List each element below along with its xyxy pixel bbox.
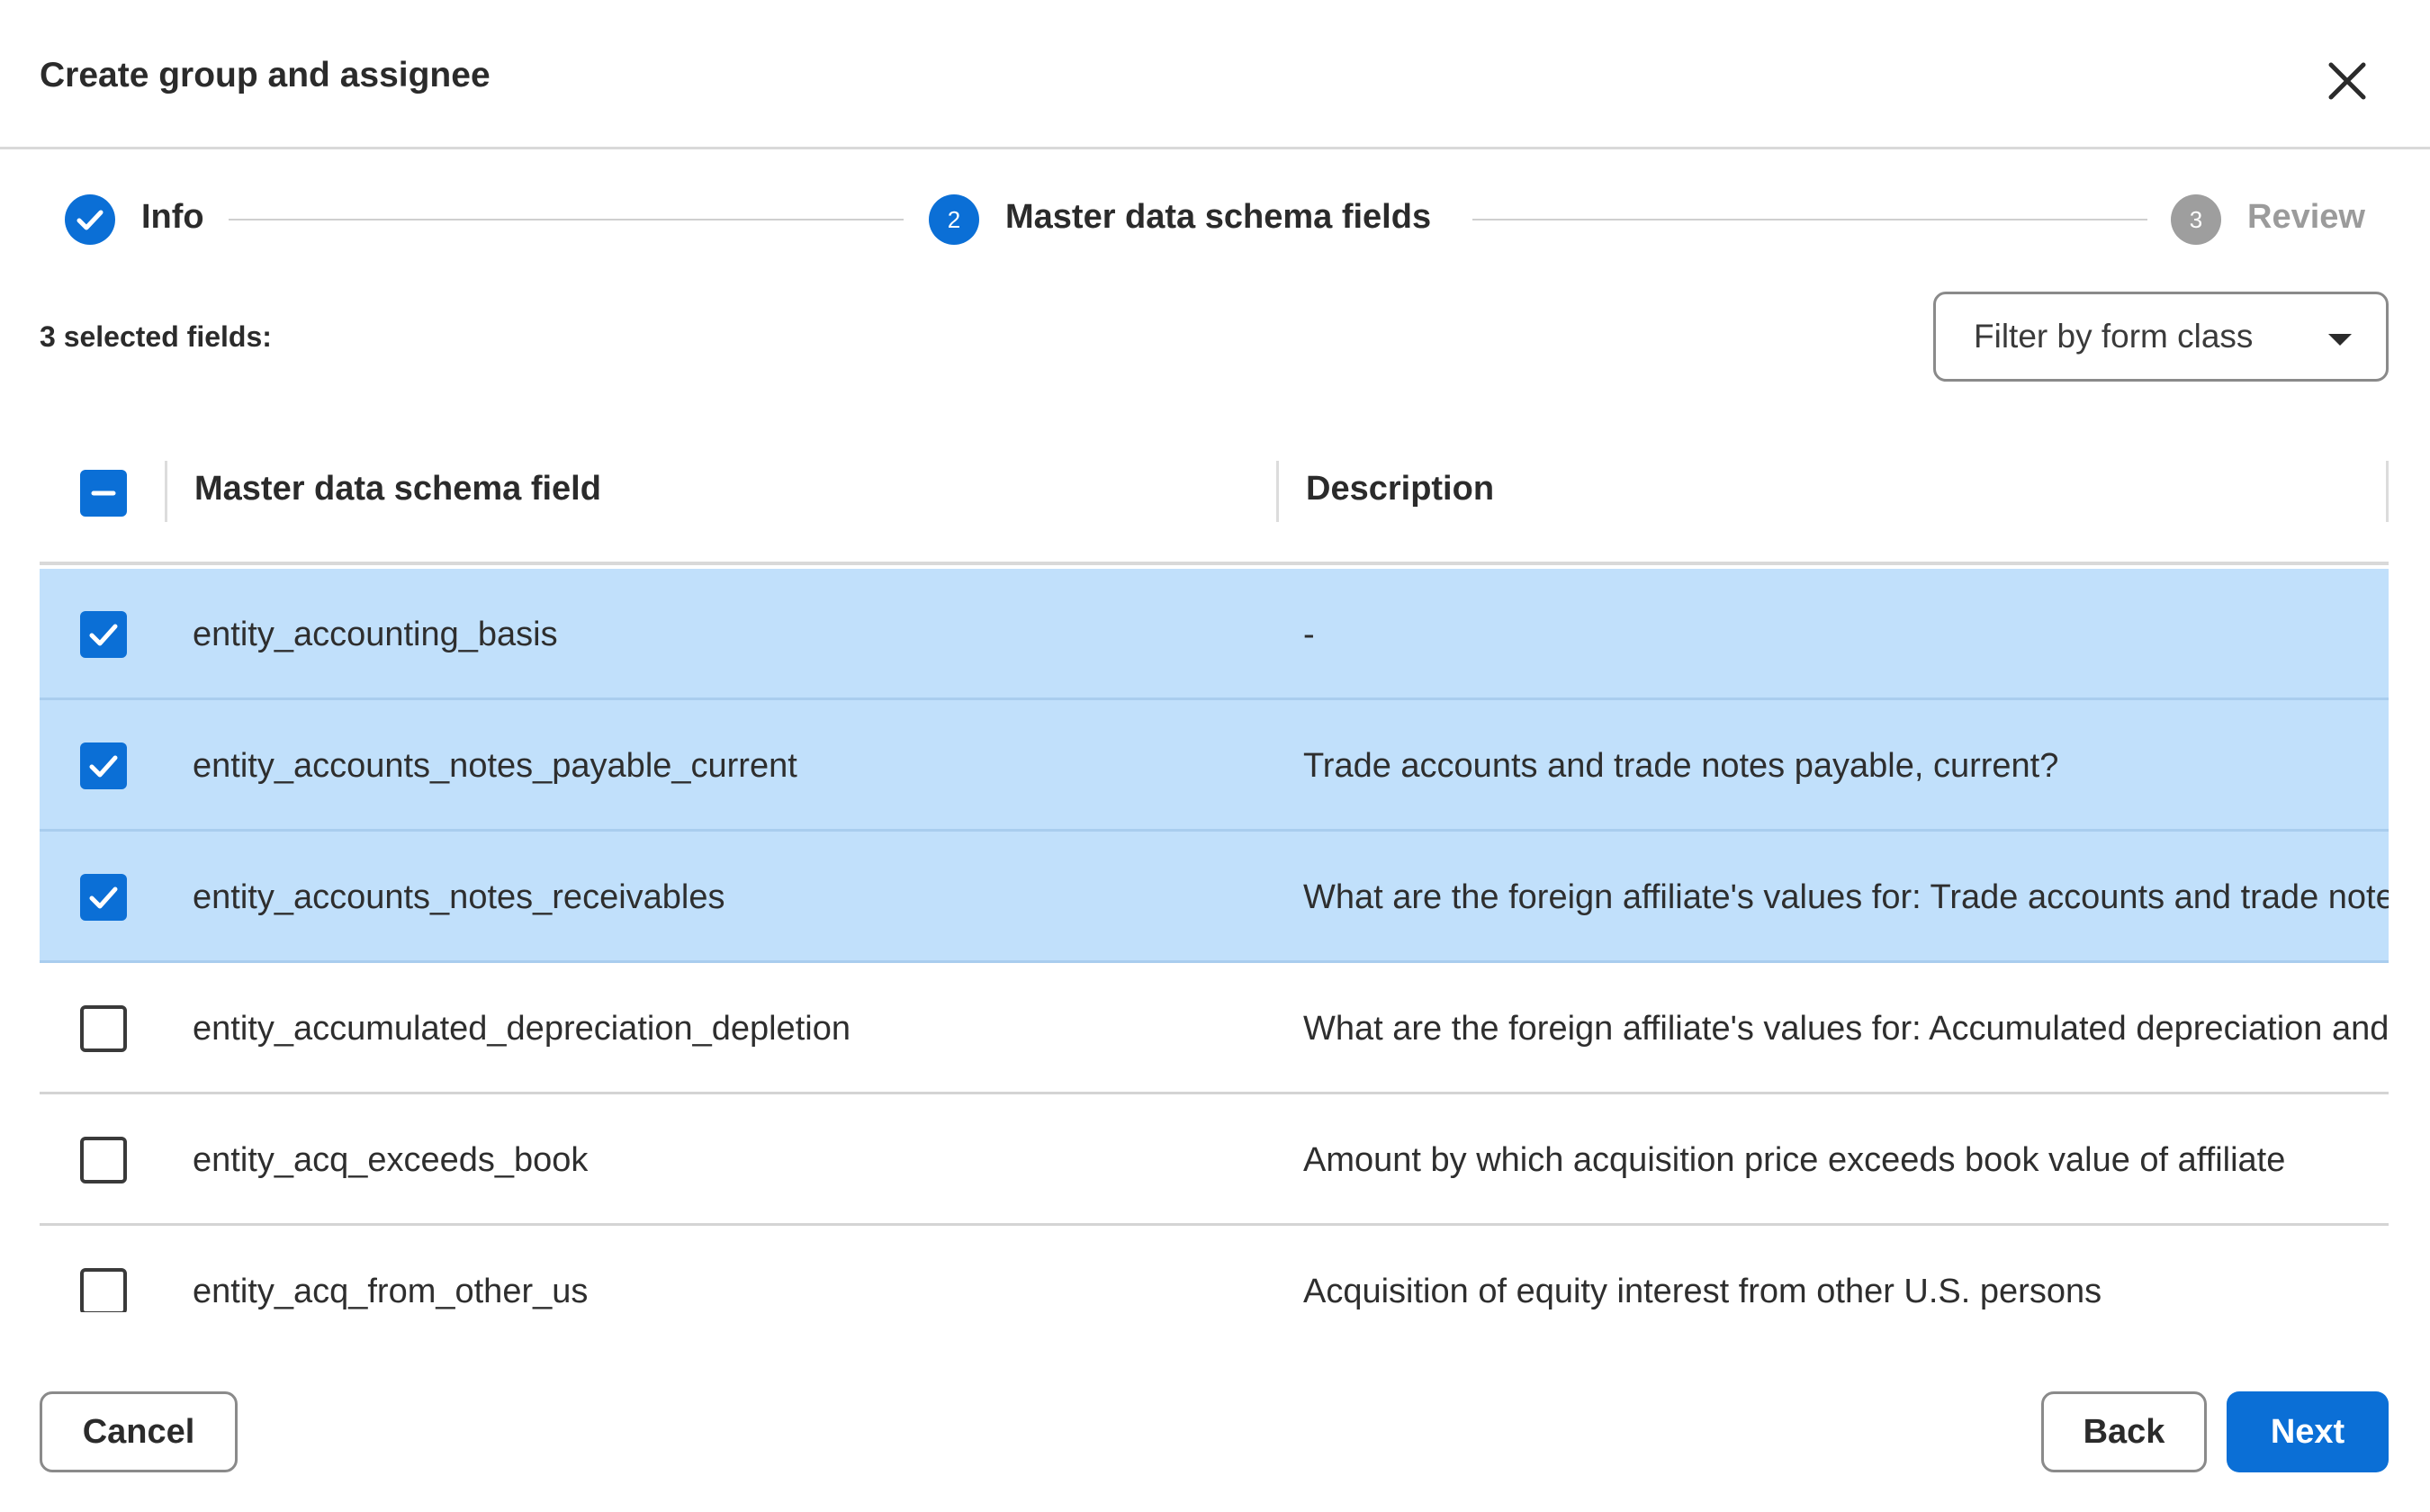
check-icon (89, 755, 118, 778)
column-divider (1276, 461, 1279, 522)
field-name: entity_acq_exceeds_book (193, 1141, 589, 1179)
cancel-button[interactable]: Cancel (40, 1391, 238, 1472)
step-info-label: Info (141, 198, 204, 236)
table-row[interactable]: entity_accumulated_depreciation_depletio… (40, 963, 2389, 1094)
check-icon (89, 886, 118, 909)
row-checkbox[interactable] (80, 1268, 127, 1312)
field-description: Trade accounts and trade notes payable, … (1303, 747, 2059, 785)
column-divider (165, 461, 167, 522)
check-icon (89, 624, 118, 646)
caret-down-icon (2328, 334, 2352, 346)
step-connector (1472, 219, 2147, 220)
close-button[interactable] (2322, 56, 2372, 106)
fields-table: Master data schema field Description ent… (40, 446, 2389, 1312)
selected-count: 3 selected fields: (40, 320, 272, 353)
filter-label: Filter by form class (1974, 318, 2254, 355)
table-row[interactable]: entity_accounts_notes_receivables What a… (40, 832, 2389, 963)
step-2-number: 2 (929, 194, 979, 245)
filter-by-form-class-dropdown[interactable]: Filter by form class (1933, 292, 2389, 382)
field-name: entity_acq_from_other_us (193, 1273, 589, 1310)
row-checkbox[interactable] (80, 1005, 127, 1052)
table-header: Master data schema field Description (40, 446, 2389, 565)
indeterminate-icon (91, 490, 116, 496)
step-review-label: Review (2247, 198, 2365, 236)
table-row[interactable]: entity_accounting_basis - (40, 569, 2389, 700)
row-checkbox[interactable] (80, 874, 127, 921)
next-button[interactable]: Next (2227, 1391, 2389, 1472)
field-name: entity_accounting_basis (193, 616, 558, 653)
table-row[interactable]: entity_acq_from_other_us Acquisition of … (40, 1226, 2389, 1312)
step-connector (229, 219, 904, 220)
table-row[interactable]: entity_acq_exceeds_book Amount by which … (40, 1094, 2389, 1226)
step-3-number: 3 (2171, 194, 2221, 245)
field-description: What are the foreign affiliate's values … (1303, 878, 2389, 916)
step-info-check-icon (65, 194, 115, 245)
row-checkbox[interactable] (80, 1137, 127, 1184)
field-name: entity_accumulated_depreciation_depletio… (193, 1010, 850, 1048)
select-all-checkbox[interactable] (80, 470, 127, 517)
back-button[interactable]: Back (2041, 1391, 2207, 1472)
create-group-dialog: Create group and assignee Info 2 Master … (0, 0, 2430, 1512)
step-master-data-label: Master data schema fields (1005, 198, 1432, 236)
column-header-field: Master data schema field (194, 470, 601, 508)
field-name: entity_accounts_notes_payable_current (193, 747, 797, 785)
field-description: Acquisition of equity interest from othe… (1303, 1273, 2102, 1310)
row-checkbox[interactable] (80, 742, 127, 789)
dialog-title: Create group and assignee (40, 56, 490, 94)
close-icon (2328, 62, 2366, 100)
table-row[interactable]: entity_accounts_notes_payable_current Tr… (40, 700, 2389, 832)
field-description: - (1303, 616, 1315, 653)
row-checkbox[interactable] (80, 611, 127, 658)
column-divider (2386, 461, 2389, 522)
field-name: entity_accounts_notes_receivables (193, 878, 725, 916)
column-header-description: Description (1306, 470, 1495, 508)
field-description: What are the foreign affiliate's values … (1303, 1010, 2389, 1048)
dialog-header: Create group and assignee (0, 0, 2430, 149)
field-description: Amount by which acquisition price exceed… (1303, 1141, 2286, 1179)
